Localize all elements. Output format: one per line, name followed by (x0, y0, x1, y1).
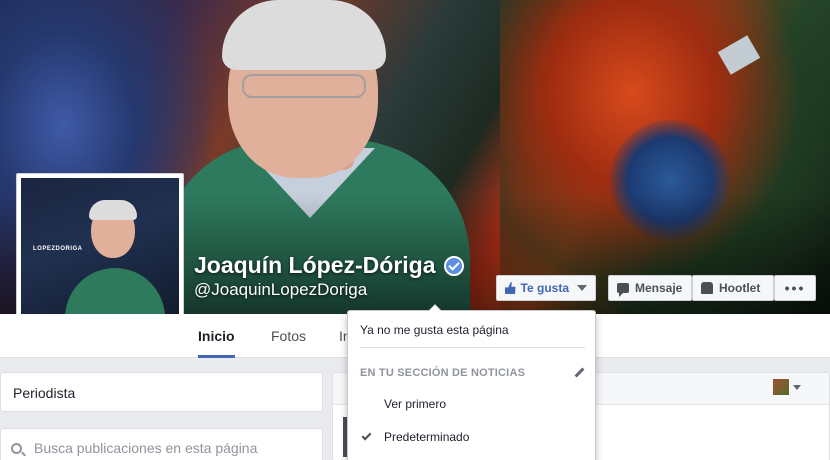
verified-icon[interactable] (443, 255, 464, 276)
search-icon (11, 442, 22, 454)
profile-picture-image: LOPEZDORIGA (21, 178, 179, 336)
hootlet-icon (701, 282, 713, 294)
message-button-label: Mensaje (635, 281, 683, 295)
more-icon: ••• (784, 280, 806, 296)
hootlet-button-label: Hootlet (719, 281, 761, 295)
category-card: Periodista (0, 372, 323, 412)
cover-person-glasses (242, 74, 366, 98)
thumbs-up-icon (505, 282, 516, 294)
like-button[interactable]: Te gusta (496, 275, 596, 301)
tab-fotos[interactable]: Fotos (271, 314, 306, 358)
page-name[interactable]: Joaquín López-Dóriga (194, 252, 436, 279)
default-menu-item[interactable]: Predeterminado (348, 425, 595, 449)
chevron-down-icon[interactable] (793, 385, 801, 390)
message-icon (617, 283, 629, 297)
more-button[interactable]: ••• (774, 275, 816, 301)
chevron-down-icon (577, 285, 587, 291)
hootlet-button[interactable]: Hootlet (692, 275, 774, 301)
page-title: Joaquín López-Dóriga (194, 252, 464, 279)
menu-divider (360, 347, 585, 348)
see-first-menu-item[interactable]: Ver primero (348, 392, 595, 416)
composer-avatar[interactable] (773, 379, 789, 395)
page-handle[interactable]: @JoaquinLopezDoriga (194, 280, 367, 300)
tab-inicio[interactable]: Inicio (198, 314, 235, 358)
like-menu: Ya no me gusta esta página EN TU SECCIÓN… (347, 304, 596, 460)
like-button-label: Te gusta (520, 281, 569, 295)
search-input[interactable]: Busca publicaciones en esta página (34, 440, 257, 456)
unlike-menu-item[interactable]: Ya no me gusta esta página (348, 318, 595, 342)
page-category[interactable]: Periodista (13, 385, 75, 401)
page-search-box[interactable]: Busca publicaciones en esta página (0, 428, 323, 460)
cover-person-hair (222, 0, 386, 70)
menu-section-title: EN TU SECCIÓN DE NOTICIAS (360, 367, 526, 379)
profile-person-hair (89, 200, 137, 220)
profile-picture-logo: LOPEZDORIGA (33, 246, 83, 252)
message-button[interactable]: Mensaje (608, 275, 692, 301)
